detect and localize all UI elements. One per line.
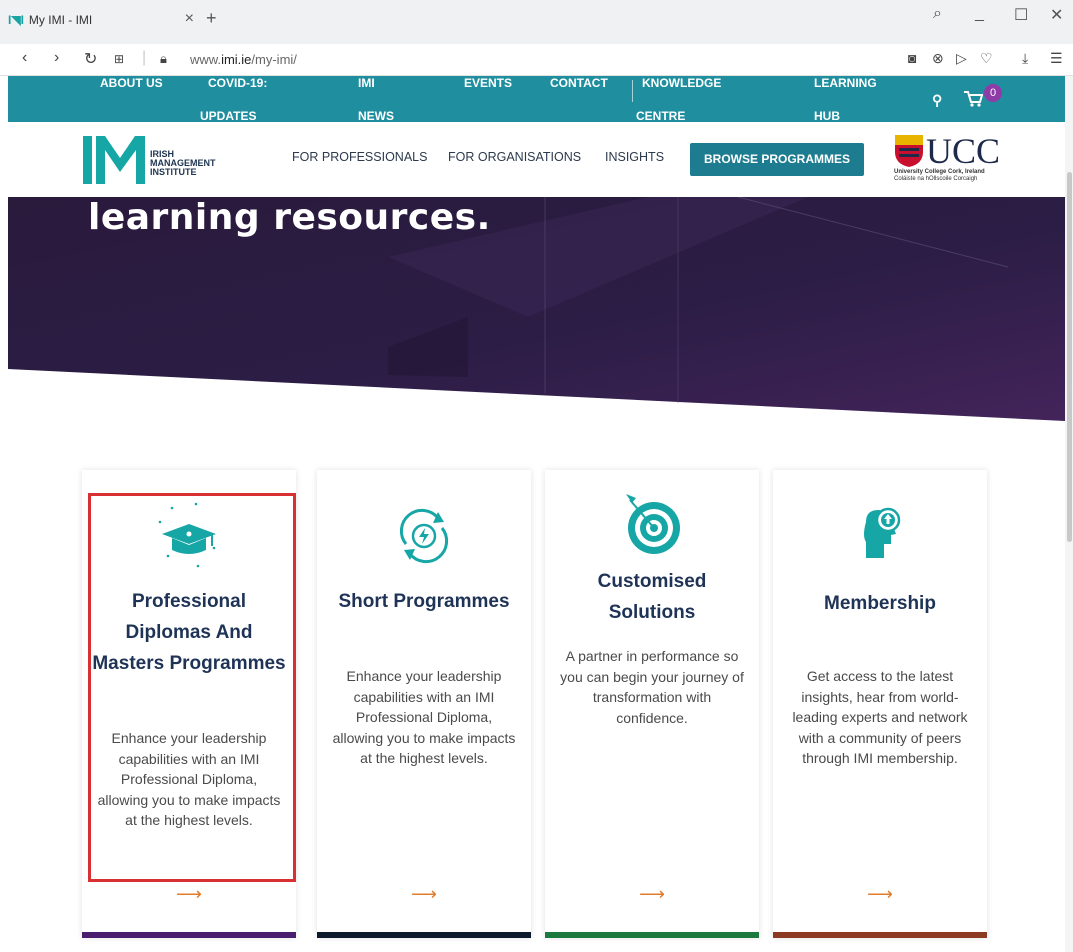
forward-icon[interactable]: › xyxy=(54,49,59,67)
arrow-right-icon[interactable]: ⟶ xyxy=(773,884,987,905)
send-icon[interactable]: ▷ xyxy=(956,50,967,67)
search-icon[interactable]: ⌕ xyxy=(933,5,942,23)
card-membership[interactable]: Membership Get access to the latest insi… xyxy=(773,470,987,938)
target-icon xyxy=(626,494,680,554)
ucc-crest-icon xyxy=(895,135,923,167)
topnav-about[interactable]: ABOUT US xyxy=(100,76,163,90)
download-icon[interactable]: ⤓ xyxy=(1022,50,1028,67)
arrow-right-icon[interactable]: ⟶ xyxy=(82,884,296,905)
topnav-imi[interactable]: IMI xyxy=(358,76,375,90)
heart-icon[interactable]: ♡ xyxy=(980,50,993,67)
topnav-learning-hub[interactable]: HUB xyxy=(814,109,840,122)
imi-favicon-icon: I◥I xyxy=(8,13,24,27)
refresh-bolt-icon xyxy=(399,508,449,564)
topnav-knowledge-centre[interactable]: CENTRE xyxy=(636,109,685,122)
top-navigation: ABOUT US COVID-19: UPDATES IMI NEWS EVEN… xyxy=(8,76,1065,122)
arrow-right-icon[interactable]: ⟶ xyxy=(317,884,531,905)
card-accent-bar xyxy=(773,932,987,938)
card-title: Membership xyxy=(824,593,936,614)
topnav-covid[interactable]: COVID-19: xyxy=(208,76,267,90)
browse-programmes-button[interactable]: BROWSE PROGRAMMES xyxy=(690,143,864,176)
menu-icon[interactable]: ☰ xyxy=(1050,50,1063,67)
main-navigation: IRISH MANAGEMENT INSTITUTE FOR PROFESSIO… xyxy=(8,122,1065,197)
topnav-divider xyxy=(632,80,633,102)
selection-highlight xyxy=(88,493,296,882)
divider: | xyxy=(142,49,147,66)
minimize-icon[interactable]: _ xyxy=(975,5,984,23)
topnav-covid-updates[interactable]: UPDATES xyxy=(200,109,256,122)
head-growth-icon xyxy=(864,507,901,558)
new-tab-icon[interactable]: + xyxy=(206,8,217,29)
card-accent-bar xyxy=(82,932,296,938)
browser-titlebar: I◥I My IMI - IMI × + ⌕ _ ☐ ✕ xyxy=(0,0,1073,44)
ucc-subtitle: University College Cork, Ireland Coláist… xyxy=(894,169,985,182)
topnav-learning[interactable]: LEARNING xyxy=(814,76,877,90)
card-description: A partner in performance so you can begi… xyxy=(560,648,744,726)
topnav-news[interactable]: NEWS xyxy=(358,109,394,122)
close-window-icon[interactable]: ✕ xyxy=(1050,5,1063,25)
topnav-events[interactable]: EVENTS xyxy=(464,76,512,90)
tab-title: My IMI - IMI xyxy=(28,13,93,27)
card-description: Get access to the latest insights, hear … xyxy=(792,668,968,766)
card-title: Customised Solutions xyxy=(597,571,707,623)
search-icon[interactable]: ⚲ xyxy=(932,92,942,109)
topnav-contact[interactable]: CONTACT xyxy=(550,76,608,90)
cart-count-badge: 0 xyxy=(984,84,1002,102)
maximize-icon[interactable]: ☐ xyxy=(1014,5,1028,25)
hero-heading: learning resources. xyxy=(88,197,491,238)
close-tab-icon[interactable]: × xyxy=(185,10,194,28)
lock-icon[interactable]: 🔒︎ xyxy=(160,51,167,67)
block-icon[interactable]: ⊗ xyxy=(932,50,944,67)
reload-icon[interactable]: ↻ xyxy=(84,49,97,69)
topnav-knowledge[interactable]: KNOWLEDGE xyxy=(642,76,721,90)
address-bar: ‹ › ↻ ⊞ | 🔒︎ www.imi.ie/my-imi/ ◙ ⊗ ▷ ♡ … xyxy=(0,44,1073,76)
browser-tab[interactable]: I◥I My IMI - IMI × xyxy=(8,6,196,34)
nav-for-professionals[interactable]: FOR PROFESSIONALS xyxy=(292,150,427,164)
imi-logo-icon[interactable] xyxy=(83,136,145,184)
card-accent-bar xyxy=(545,932,759,938)
arrow-right-icon[interactable]: ⟶ xyxy=(545,884,759,905)
hero-banner: learning resources. xyxy=(8,197,1065,437)
cart-icon[interactable] xyxy=(963,90,983,108)
nav-insights[interactable]: INSIGHTS xyxy=(605,150,664,164)
camera-icon[interactable]: ◙ xyxy=(908,50,916,66)
card-description: Enhance your leadership capabilities wit… xyxy=(332,668,516,766)
card-short-programmes[interactable]: Short Programmes Enhance your leadership… xyxy=(317,470,531,938)
card-accent-bar xyxy=(317,932,531,938)
scrollbar-thumb[interactable] xyxy=(1067,172,1072,542)
ucc-logo-text: UCC xyxy=(926,131,1001,171)
url-field[interactable]: www.imi.ie/my-imi/ xyxy=(190,52,297,67)
nav-for-organisations[interactable]: FOR ORGANISATIONS xyxy=(448,150,581,164)
card-title: Short Programmes xyxy=(338,591,510,612)
back-icon[interactable]: ‹ xyxy=(22,49,27,67)
apps-grid-icon[interactable]: ⊞ xyxy=(114,52,124,66)
card-customised-solutions[interactable]: Customised Solutions A partner in perfor… xyxy=(545,470,759,938)
logo-wordmark[interactable]: IRISH MANAGEMENT INSTITUTE xyxy=(150,150,216,177)
